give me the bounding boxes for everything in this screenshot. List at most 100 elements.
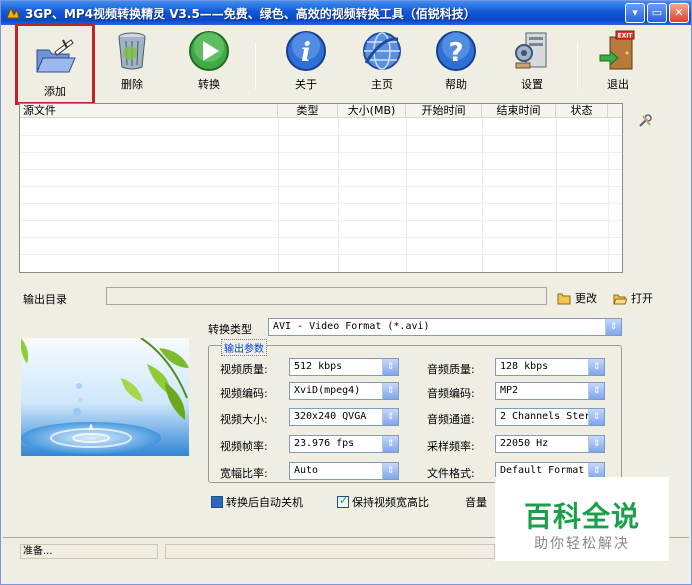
audio-codec-select[interactable]: MP2 ⇕ — [495, 382, 605, 400]
help-question-icon: ? — [436, 31, 476, 71]
conversion-type-label: 转换类型 — [208, 323, 252, 336]
toolbar-separator — [577, 43, 578, 89]
keep-aspect-checkbox[interactable]: 保持视频宽高比 — [337, 494, 429, 510]
audio-channels-label: 音频通道: — [427, 413, 475, 426]
volume-label: 音量 — [465, 496, 487, 509]
help-button[interactable]: ? 帮助 — [425, 29, 487, 99]
video-size-select[interactable]: 320x240 QVGA ⇕ — [289, 408, 399, 426]
settings-computer-icon — [515, 32, 547, 69]
grid-line — [20, 254, 622, 255]
grid-line — [20, 135, 622, 136]
tools-icon[interactable] — [637, 113, 653, 129]
app-window: 3GP、MP4视频转换精灵 V3.5——免费、绿色、高效的视频转换工具（佰锐科技… — [0, 0, 692, 585]
grid-line — [20, 220, 622, 221]
dropdown-arrow-icon[interactable]: ⇕ — [588, 359, 604, 375]
frame-rate-label: 视频帧率: — [220, 440, 268, 453]
conversion-type-value: AVI - Video Format (*.avi) — [273, 321, 430, 332]
keep-aspect-label: 保持视频宽高比 — [352, 496, 429, 509]
svg-text:?: ? — [448, 38, 463, 68]
delete-button[interactable]: 删除 — [101, 29, 163, 99]
settings-button[interactable]: 设置 — [501, 29, 563, 99]
app-logo-icon — [6, 6, 20, 19]
grid-line — [20, 203, 622, 204]
column-start-time[interactable]: 开始时间 — [406, 104, 482, 118]
water-drop-picture — [21, 338, 189, 456]
aspect-ratio-label: 宽幅比率: — [220, 467, 268, 480]
dropdown-arrow-icon[interactable]: ⇕ — [382, 436, 398, 452]
folder-icon — [557, 293, 571, 305]
dropdown-arrow-icon[interactable]: ⇕ — [382, 409, 398, 425]
column-end-time[interactable]: 结束时间 — [482, 104, 556, 118]
aspect-ratio-value: Auto — [294, 465, 319, 476]
checkbox-box[interactable] — [337, 494, 349, 508]
convert-button[interactable]: 转换 — [178, 29, 240, 99]
file-list[interactable]: 源文件 类型 大小(MB) 开始时间 结束时间 状态 — [19, 103, 623, 273]
globe-icon — [363, 32, 401, 70]
watermark-sub: 助你轻松解决 — [534, 536, 630, 552]
maximize-button[interactable]: ▭ — [647, 3, 667, 23]
grid-line — [406, 118, 407, 272]
dropdown-arrow-icon[interactable]: ⇕ — [382, 359, 398, 375]
help-label: 帮助 — [445, 78, 467, 91]
conversion-type-select[interactable]: AVI - Video Format (*.avi) ⇕ — [268, 318, 622, 336]
dropdown-arrow-icon[interactable]: ⇕ — [588, 409, 604, 425]
settings-label: 设置 — [521, 78, 543, 91]
column-size[interactable]: 大小(MB) — [338, 104, 406, 118]
aspect-ratio-select[interactable]: Auto ⇕ — [289, 462, 399, 480]
exit-door-icon: EXIT — [599, 30, 635, 70]
column-status[interactable]: 状态 — [556, 104, 608, 118]
dropdown-arrow-icon[interactable]: ⇕ — [588, 436, 604, 452]
audio-channels-select[interactable]: 2 Channels Stereo ⇕ — [495, 408, 605, 426]
open-dir-button[interactable]: 打开 — [613, 290, 653, 306]
video-size-label: 视频大小: — [220, 413, 268, 426]
open-dir-label: 打开 — [631, 292, 653, 305]
column-source-file[interactable]: 源文件 — [20, 104, 278, 118]
frame-rate-value: 23.976 fps — [294, 438, 355, 449]
trash-bin-icon — [118, 32, 146, 70]
grid-line — [608, 118, 609, 272]
add-label: 添加 — [44, 85, 66, 98]
about-button[interactable]: i 关于 — [275, 29, 337, 99]
watermark: 百科全说 助你轻松解决 — [495, 477, 669, 561]
auto-shutdown-checkbox[interactable]: 转换后自动关机 — [211, 494, 303, 510]
video-quality-select[interactable]: 512 kbps ⇕ — [289, 358, 399, 376]
dropdown-arrow-icon[interactable]: ⇕ — [605, 319, 621, 335]
output-params-title: 输出参数 — [221, 339, 267, 356]
home-button[interactable]: 主页 — [351, 29, 413, 99]
folder-open-icon — [36, 39, 76, 73]
output-dir-field[interactable] — [106, 287, 547, 305]
watermark-main: 百科全说 — [523, 500, 640, 533]
change-dir-button[interactable]: 更改 — [557, 290, 597, 306]
grid-line — [278, 118, 279, 272]
title-bar[interactable]: 3GP、MP4视频转换精灵 V3.5——免费、绿色、高效的视频转换工具（佰锐科技… — [1, 1, 691, 25]
frame-rate-select[interactable]: 23.976 fps ⇕ — [289, 435, 399, 453]
sample-rate-label: 采样频率: — [427, 440, 475, 453]
grid-line — [482, 118, 483, 272]
delete-label: 删除 — [121, 78, 143, 91]
output-params-group: 输出参数 视频质量: 512 kbps ⇕ 视频编码: XviD(mpeg4) … — [208, 339, 622, 483]
sample-rate-value: 22050 Hz — [500, 438, 549, 449]
video-codec-select[interactable]: XviD(mpeg4) ⇕ — [289, 382, 399, 400]
column-type[interactable]: 类型 — [278, 104, 338, 118]
close-button[interactable]: ✕ — [669, 3, 689, 23]
sample-rate-select[interactable]: 22050 Hz ⇕ — [495, 435, 605, 453]
svg-text:i: i — [301, 38, 311, 68]
audio-codec-label: 音频编码: — [427, 387, 475, 400]
exit-label: 退出 — [607, 78, 629, 91]
audio-quality-label: 音频质量: — [427, 363, 475, 376]
dropdown-arrow-icon[interactable]: ⇕ — [382, 383, 398, 399]
dropdown-arrow-icon[interactable]: ⇕ — [382, 463, 398, 479]
progress-bar — [165, 544, 495, 559]
audio-codec-value: MP2 — [500, 385, 519, 396]
minimize-button[interactable]: ▾ — [625, 3, 645, 23]
exit-button[interactable]: EXIT 退出 — [587, 29, 649, 99]
dropdown-arrow-icon[interactable]: ⇕ — [588, 383, 604, 399]
video-quality-label: 视频质量: — [220, 363, 268, 376]
file-list-header: 源文件 类型 大小(MB) 开始时间 结束时间 状态 — [20, 104, 622, 118]
toolbar-separator — [255, 43, 256, 89]
toolbar: 添加 删除 转换 i 关于 主页 ? 帮助 设置 EXIT 退出 — [1, 23, 691, 105]
checkbox-box[interactable] — [211, 496, 223, 508]
audio-channels-value: 2 Channels Stereo — [500, 411, 603, 422]
add-button[interactable]: 添加 — [15, 23, 95, 105]
audio-quality-select[interactable]: 128 kbps ⇕ — [495, 358, 605, 376]
